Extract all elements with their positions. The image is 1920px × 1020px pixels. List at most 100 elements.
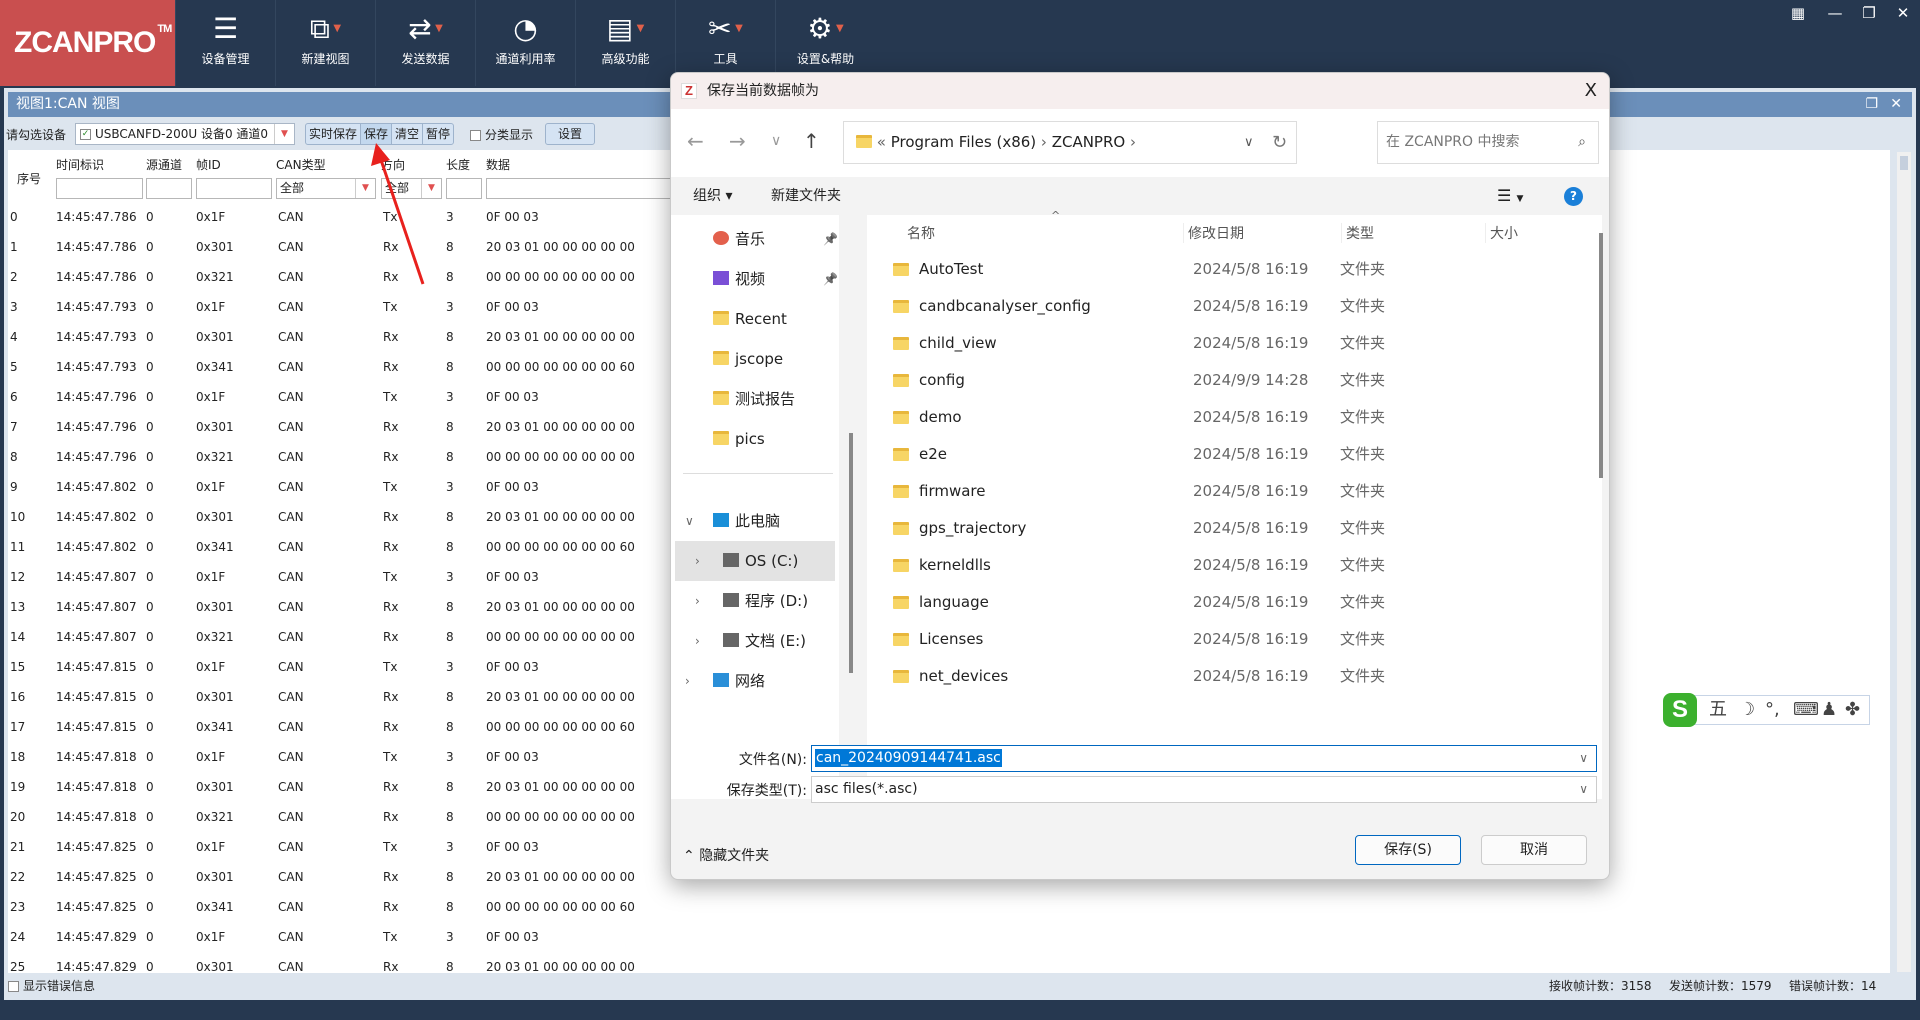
table-row[interactable]: 5 14:45:47.793 0 0x341 CAN Rx 8 00 00 00 00 00 … xyxy=(8,352,688,382)
file-row[interactable]: config 2024/9/9 14:28 文件夹 xyxy=(867,362,1587,399)
tree-item-网络[interactable]: › 网络 xyxy=(671,661,836,701)
user-icon[interactable]: ♟ xyxy=(1821,696,1837,724)
table-row[interactable]: 17 14:45:47.815 0 0x341 CAN Rx 8 00 00 00 00 00… xyxy=(8,712,688,742)
tree-item-OS (C:)[interactable]: › OS (C:) xyxy=(675,541,835,581)
keyboard-icon[interactable]: ⌨ xyxy=(1793,696,1819,724)
organize-button[interactable]: 组织 ▾ xyxy=(693,177,732,215)
tree-item-文档 (E:)[interactable]: › 文档 (E:) xyxy=(671,621,836,661)
file-row[interactable]: Licenses 2024/5/8 16:19 文件夹 xyxy=(867,621,1587,658)
table-row[interactable]: 20 14:45:47.818 0 0x321 CAN Rx 8 00 00 00 00 00… xyxy=(8,802,688,832)
file-row[interactable]: kerneldlls 2024/5/8 16:19 文件夹 xyxy=(867,547,1587,584)
help-icon[interactable]: ? xyxy=(1564,187,1583,206)
tree-item-程序 (D:)[interactable]: › 程序 (D:) xyxy=(671,581,836,621)
table-row[interactable]: 22 14:45:47.825 0 0x301 CAN Rx 8 20 03 01 00 00… xyxy=(8,862,688,892)
table-row[interactable]: 23 14:45:47.825 0 0x341 CAN Rx 8 00 00 00 00 00… xyxy=(8,892,688,922)
refresh-icon[interactable]: ↻ xyxy=(1272,122,1287,163)
address-dropdown-icon[interactable]: ∨ xyxy=(1244,122,1254,163)
cell-can-type: CAN xyxy=(278,780,304,794)
table-row[interactable]: 13 14:45:47.807 0 0x301 CAN Rx 8 20 03 01 00 00… xyxy=(8,592,688,622)
table-row[interactable]: 25 14:45:47.829 0 0x301 CAN Rx 8 20 03 01 00 00… xyxy=(8,952,688,973)
file-vertical-scrollbar[interactable] xyxy=(1599,233,1603,478)
table-row[interactable]: 19 14:45:47.818 0 0x301 CAN Rx 8 20 03 01 00 00… xyxy=(8,772,688,802)
file-row[interactable]: candbcanalyser_config 2024/5/8 16:19 文件夹 xyxy=(867,288,1587,325)
pin-icon[interactable]: 📌 xyxy=(823,259,838,299)
nav-item-视频[interactable]: 视频 📌 xyxy=(671,259,838,299)
dialog-close-button[interactable]: X xyxy=(1585,73,1597,109)
table-row[interactable]: 10 14:45:47.802 0 0x301 CAN Rx 8 20 03 01 00 00… xyxy=(8,502,688,532)
restore-icon[interactable]: ❐ xyxy=(1856,4,1882,22)
address-bar[interactable]: « Program Files (x86) › ZCANPRO › ∨ ↻ xyxy=(843,121,1297,164)
table-row[interactable]: 15 14:45:47.815 0 0x1F CAN Tx 3 0F 00 03 xyxy=(8,652,688,682)
file-row[interactable]: demo 2024/5/8 16:19 文件夹 xyxy=(867,399,1587,436)
minimize-icon[interactable]: — xyxy=(1822,4,1848,22)
chevron-down-icon[interactable]: ∨ xyxy=(685,501,694,541)
table-row[interactable]: 21 14:45:47.825 0 0x1F CAN Tx 3 0F 00 03 xyxy=(8,832,688,862)
sogou-logo-icon[interactable]: S xyxy=(1663,693,1697,727)
chevron-right-icon[interactable]: › xyxy=(695,541,700,581)
nav-item-Recent[interactable]: Recent xyxy=(671,299,836,339)
chevron-down-icon[interactable]: ∨ xyxy=(1579,746,1588,771)
dialog-cancel-button[interactable]: 取消 xyxy=(1481,835,1587,865)
file-row[interactable]: e2e 2024/5/8 16:19 文件夹 xyxy=(867,436,1587,473)
file-row[interactable]: net_devices 2024/5/8 16:19 文件夹 xyxy=(867,658,1587,695)
table-row[interactable]: 11 14:45:47.802 0 0x341 CAN Rx 8 00 00 00 00 00… xyxy=(8,532,688,562)
table-row[interactable]: 4 14:45:47.793 0 0x301 CAN Rx 8 20 03 01 00 00 … xyxy=(8,322,688,352)
nav-item-测试报告[interactable]: 测试报告 xyxy=(671,379,836,419)
chevron-right-icon[interactable]: › xyxy=(685,661,690,701)
filename-input[interactable]: can_20240909144741.asc ∨ xyxy=(811,745,1597,772)
show-errors-toggle[interactable]: 显示错误信息 xyxy=(8,973,95,1000)
table-scrollbar[interactable] xyxy=(1897,152,1911,972)
up-icon[interactable]: ↑ xyxy=(803,129,820,153)
tree-item-此电脑[interactable]: ∨ 此电脑 xyxy=(671,501,836,541)
recent-chevron-icon[interactable]: ∨ xyxy=(771,133,781,149)
col-type[interactable]: 类型 xyxy=(1341,223,1374,243)
col-name[interactable]: 名称 xyxy=(907,223,935,243)
nav-item-音乐[interactable]: 音乐 📌 xyxy=(671,219,838,259)
ime-mode[interactable]: 五 xyxy=(1709,696,1727,724)
chevron-down-icon[interactable]: ∨ xyxy=(1579,777,1588,802)
table-row[interactable]: 7 14:45:47.796 0 0x301 CAN Rx 8 20 03 01 00 00 … xyxy=(8,412,688,442)
table-row[interactable]: 12 14:45:47.807 0 0x1F CAN Tx 3 0F 00 03 xyxy=(8,562,688,592)
view-close-icon[interactable]: ✕ xyxy=(1890,92,1902,117)
show-errors-checkbox[interactable] xyxy=(8,981,19,992)
layout-icon[interactable]: ▦ xyxy=(1785,4,1811,22)
col-modified[interactable]: 修改日期 xyxy=(1183,223,1244,243)
nav-scrollbar[interactable] xyxy=(849,433,853,673)
col-size[interactable]: 大小 xyxy=(1485,223,1518,243)
table-row[interactable]: 8 14:45:47.796 0 0x321 CAN Rx 8 00 00 00 00 00 … xyxy=(8,442,688,472)
forward-icon[interactable]: → xyxy=(729,129,746,153)
table-row[interactable]: 14 14:45:47.807 0 0x321 CAN Rx 8 00 00 00 00 00… xyxy=(8,622,688,652)
table-row[interactable]: 9 14:45:47.802 0 0x1F CAN Tx 3 0F 00 03 xyxy=(8,472,688,502)
table-row[interactable]: 6 14:45:47.796 0 0x1F CAN Tx 3 0F 00 03 xyxy=(8,382,688,412)
moon-icon[interactable]: ☽ xyxy=(1739,696,1755,724)
file-row[interactable]: AutoTest 2024/5/8 16:19 文件夹 xyxy=(867,251,1587,288)
file-row[interactable]: child_view 2024/5/8 16:19 文件夹 xyxy=(867,325,1587,362)
chevron-right-icon[interactable]: › xyxy=(695,581,700,621)
file-row[interactable]: language 2024/5/8 16:19 文件夹 xyxy=(867,584,1587,621)
close-icon[interactable]: ✕ xyxy=(1890,4,1916,22)
back-icon[interactable]: ← xyxy=(687,129,704,153)
save-dialog: 保存当前数据帧为 Z X ← → ∨ ↑ « Program Files (x8… xyxy=(670,72,1610,880)
view-restore-icon[interactable]: ❐ xyxy=(1865,92,1878,117)
chevron-right-icon[interactable]: › xyxy=(695,621,700,661)
breadcrumb-program-files[interactable]: Program Files (x86) xyxy=(891,133,1036,151)
dialog-save-button[interactable]: 保存(S) xyxy=(1355,835,1461,865)
view-options-icon[interactable]: ☰ ▼ xyxy=(1497,177,1523,218)
file-row[interactable]: firmware 2024/5/8 16:19 文件夹 xyxy=(867,473,1587,510)
search-input[interactable]: 在 ZCANPRO 中搜索 ⌕ xyxy=(1377,121,1599,164)
apps-icon[interactable]: ✤ xyxy=(1845,696,1860,724)
file-row[interactable]: gps_trajectory 2024/5/8 16:19 文件夹 xyxy=(867,510,1587,547)
nav-item-pics[interactable]: pics xyxy=(671,419,836,459)
nav-item-jscope[interactable]: jscope xyxy=(671,339,836,379)
file-type: 文件夹 xyxy=(1340,334,1386,352)
table-row[interactable]: 24 14:45:47.829 0 0x1F CAN Tx 3 0F 00 03 xyxy=(8,922,688,952)
filetype-select[interactable]: asc files(*.asc) ∨ xyxy=(811,776,1597,803)
table-row[interactable]: 18 14:45:47.818 0 0x1F CAN Tx 3 0F 00 03 xyxy=(8,742,688,772)
cell-direction: Tx xyxy=(383,390,398,404)
breadcrumb-zcanpro[interactable]: ZCANPRO xyxy=(1052,133,1126,151)
new-folder-button[interactable]: 新建文件夹 xyxy=(771,177,841,215)
punctuation-icon[interactable]: °, xyxy=(1765,696,1780,724)
table-row[interactable]: 16 14:45:47.815 0 0x301 CAN Rx 8 20 03 01 00 00… xyxy=(8,682,688,712)
pin-icon[interactable]: 📌 xyxy=(823,219,838,259)
hide-folders-toggle[interactable]: ⌃ 隐藏文件夹 xyxy=(683,845,769,865)
